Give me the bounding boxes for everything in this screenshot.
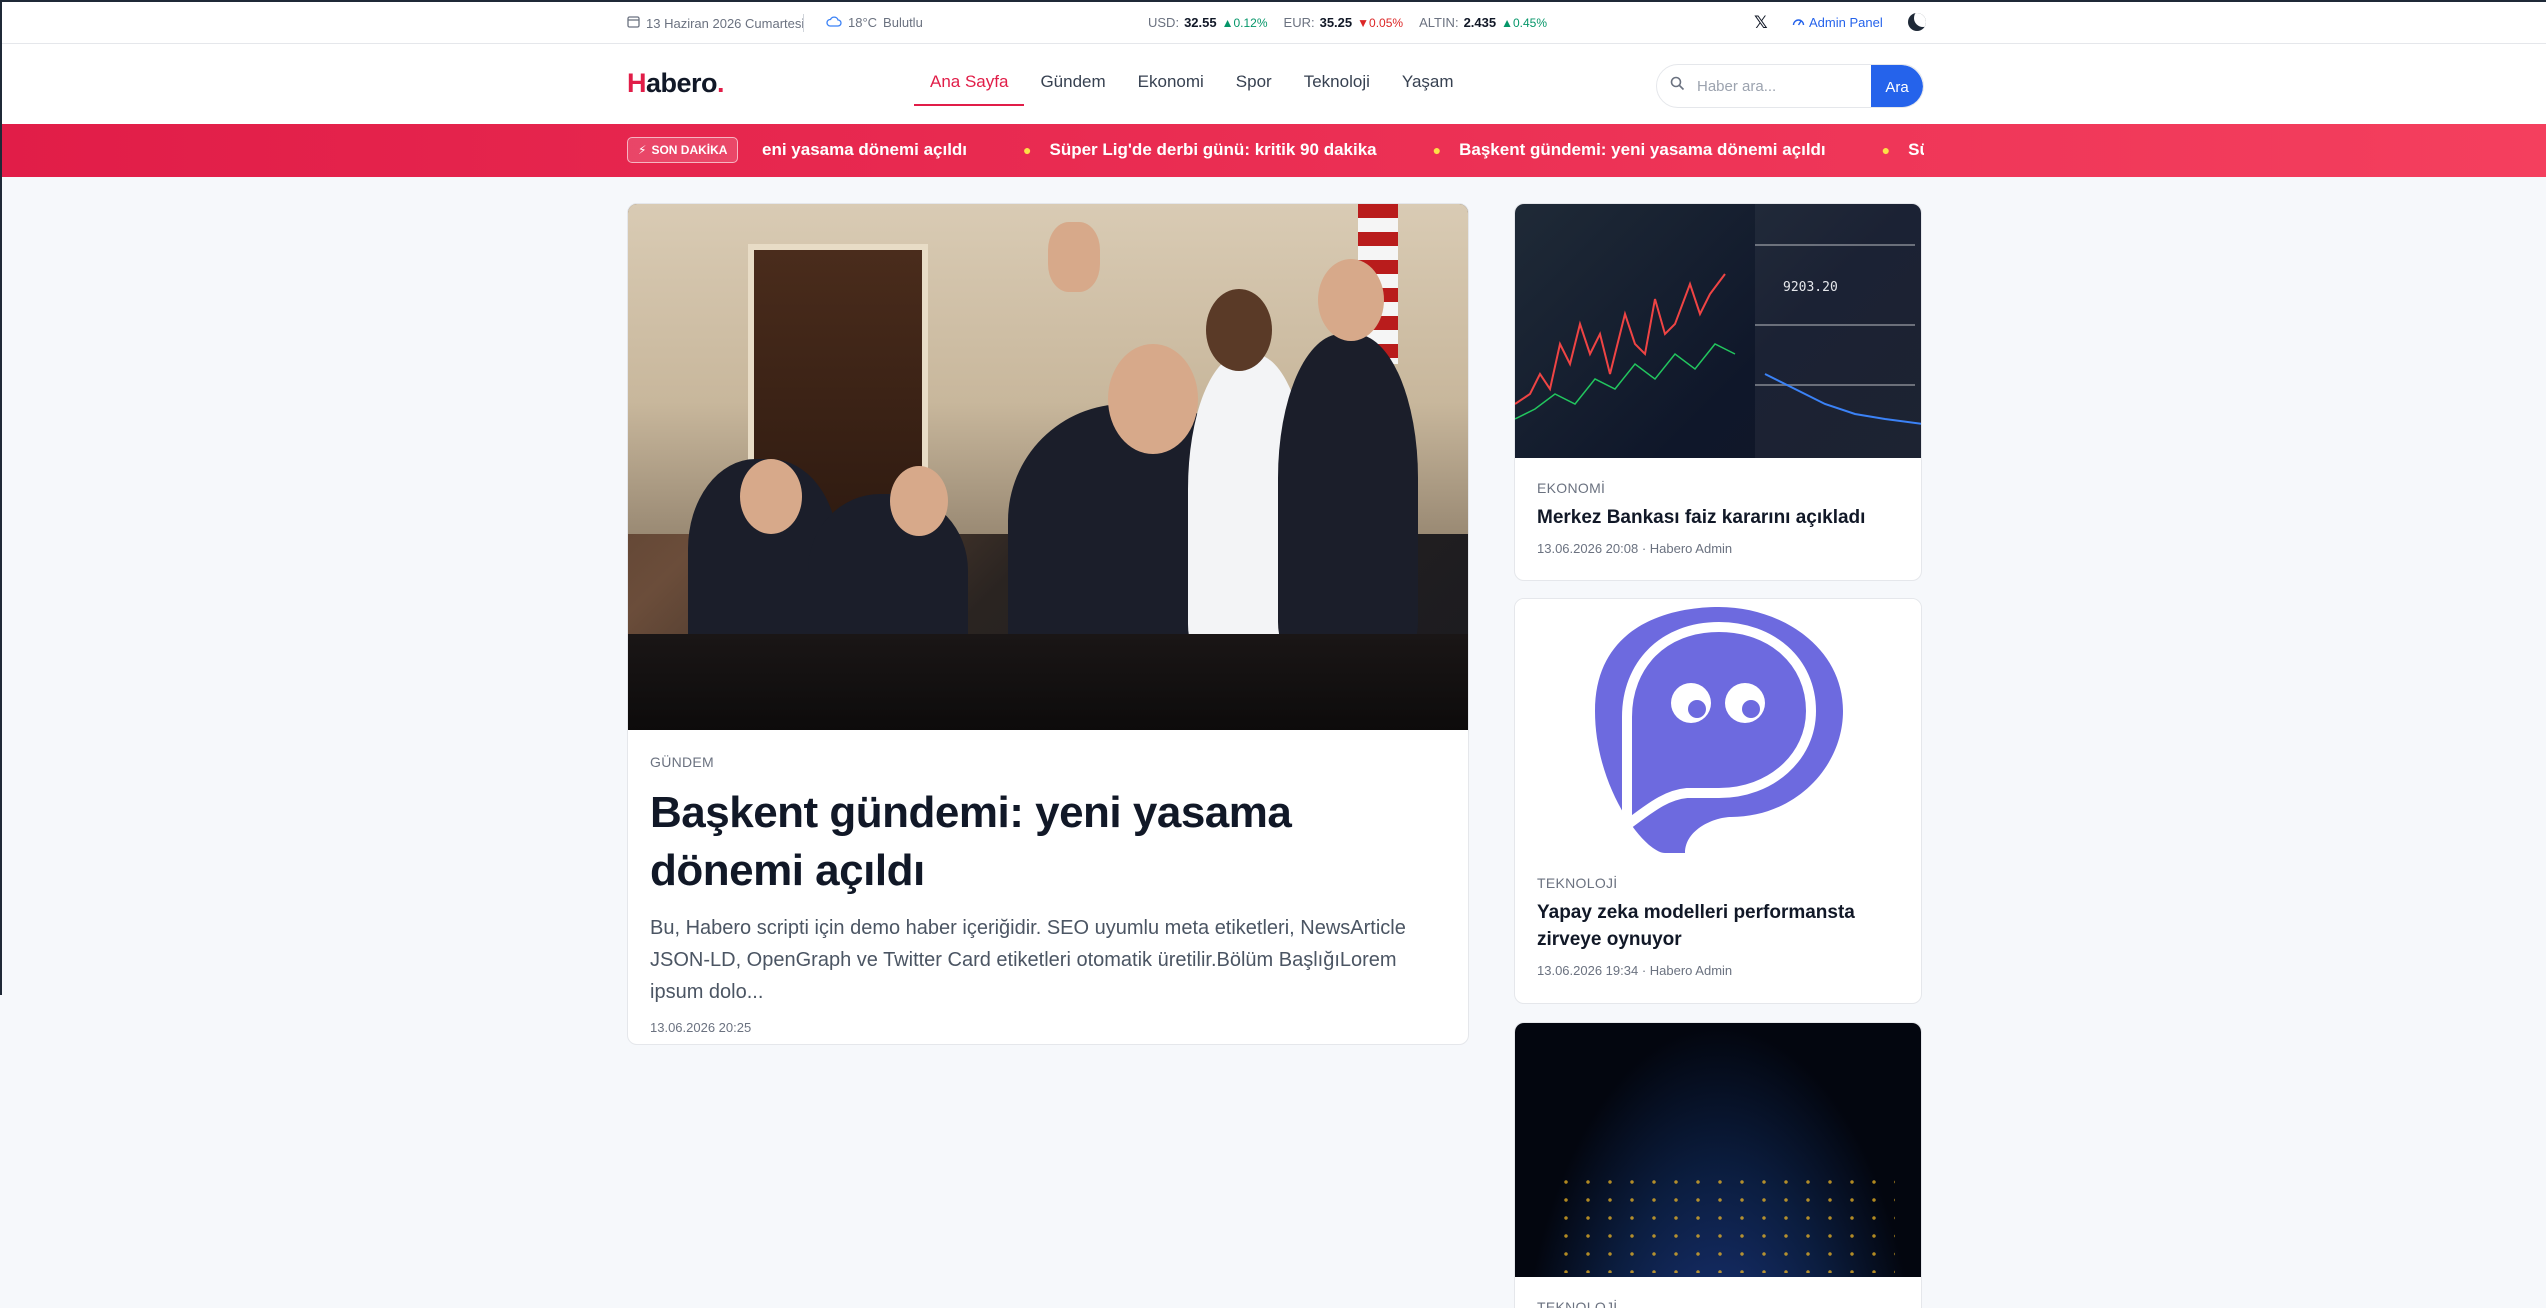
news-card[interactable]: TEKNOLOJİ <box>1514 1022 1922 1308</box>
date-text: 13 Haziran 2026 Cumartesi <box>646 15 805 31</box>
top-bar: 13 Haziran 2026 Cumartesi 18°C Bulutlu U… <box>2 2 2546 44</box>
market-change: ▼0.05% <box>1357 16 1404 30</box>
stock-chart-graphic <box>1515 273 1921 425</box>
nav-item-yasam[interactable]: Yaşam <box>1386 44 1470 106</box>
breaking-news-bar: ⚡ SON DAKİKA eni yasama dönemi açıldı ● S… <box>2 124 2546 177</box>
weather-display: 18°C Bulutlu <box>826 15 923 30</box>
market-label: USD: <box>1148 15 1180 30</box>
market-change: ▲0.12% <box>1221 16 1268 30</box>
breaking-badge-label: SON DAKİKA <box>651 143 728 157</box>
news-card[interactable]: 9203.20 EKONOMİ Merkez Bankası faiz kara… <box>1514 203 1922 581</box>
card-category[interactable]: TEKNOLOJİ <box>1537 1299 1899 1308</box>
article-excerpt: Bu, Habero scripti için demo haber içeri… <box>650 917 1406 1003</box>
breaking-badge: ⚡ SON DAKİKA <box>627 137 739 163</box>
ticker-item[interactable]: eni yasama dönemi açıldı <box>762 140 967 160</box>
search-icon <box>1657 76 1697 96</box>
nav-item-gundem[interactable]: Gündem <box>1024 44 1121 106</box>
chat-bot-logo <box>1595 607 1843 853</box>
main-nav: Ana Sayfa Gündem Ekonomi Spor Teknoloji … <box>914 44 1470 124</box>
card-meta: 13.06.2026 20:08 · Habero Admin <box>1537 541 1733 556</box>
market-label: ALTIN: <box>1419 15 1459 30</box>
logo-initial: H <box>627 68 647 98</box>
ticker-item[interactable]: ●Süper Lig'de derbi günü: kritik 90 daki… <box>1826 140 1924 160</box>
gauge-icon <box>1792 15 1805 30</box>
featured-article[interactable]: GÜNDEM Başkent gündemi: yeni yasama döne… <box>627 203 1469 1045</box>
market-label: EUR: <box>1283 15 1315 30</box>
featured-article-image[interactable] <box>628 204 1468 730</box>
nav-item-ekonomi[interactable]: Ekonomi <box>1122 44 1220 106</box>
market-ticker: USD: 32.55 ▲0.12% EUR: 35.25 ▼0.05% ALTI… <box>1148 15 1547 30</box>
nav-item-spor[interactable]: Spor <box>1220 44 1288 106</box>
bullet-icon: ● <box>1023 142 1032 158</box>
news-card-image[interactable]: 9203.20 <box>1515 204 1921 458</box>
market-change: ▲0.45% <box>1501 16 1548 30</box>
market-eur: EUR: 35.25 ▼0.05% <box>1284 15 1404 30</box>
market-value: 2.435 <box>1463 15 1497 30</box>
search-button[interactable]: Ara <box>1871 65 1923 107</box>
news-card-image[interactable] <box>1515 1023 1921 1277</box>
nav-item-ana-sayfa[interactable]: Ana Sayfa <box>914 44 1025 106</box>
search-input[interactable] <box>1697 65 1873 107</box>
site-header: Habero. Ana Sayfa Gündem Ekonomi Spor Te… <box>2 44 2546 124</box>
site-logo[interactable]: Habero. <box>627 68 725 99</box>
card-title[interactable]: Yapay zeka modelleri performansta zirvey… <box>1537 899 1899 953</box>
search-box: Ara <box>1656 64 1924 108</box>
news-card-image[interactable] <box>1515 599 1921 853</box>
market-value: 35.25 <box>1319 15 1353 30</box>
lightning-icon: ⚡ <box>638 143 647 157</box>
article-title[interactable]: Başkent gündemi: yeni yasama dönemi açıl… <box>650 784 1446 900</box>
divider <box>803 14 804 32</box>
bullet-icon: ● <box>1881 142 1891 158</box>
logo-dot: . <box>717 68 725 98</box>
ticker-item[interactable]: ●Süper Lig'de derbi günü: kritik 90 daki… <box>967 140 1377 160</box>
card-meta: 13.06.2026 19:34 · Habero Admin <box>1537 963 1733 978</box>
breaking-ticker: eni yasama dönemi açıldı ● Süper Lig'de d… <box>762 124 1924 177</box>
card-category[interactable]: TEKNOLOJİ <box>1537 875 1899 891</box>
card-category[interactable]: EKONOMİ <box>1537 480 1899 496</box>
market-value: 32.55 <box>1184 15 1217 30</box>
logo-rest: abero <box>646 68 718 98</box>
admin-panel-link[interactable]: Admin Panel <box>1792 15 1883 30</box>
x-twitter-icon[interactable]: 𝕏 <box>1754 13 1768 33</box>
cloud-icon <box>826 15 842 30</box>
market-gold: ALTIN: 2.435 ▲0.45% <box>1419 15 1547 30</box>
market-usd: USD: 32.55 ▲0.12% <box>1148 15 1268 30</box>
article-meta: 13.06.2026 20:25 <box>650 1020 752 1035</box>
bullet-icon: ● <box>1432 142 1442 158</box>
card-title[interactable]: Merkez Bankası faiz kararını açıkladı <box>1537 504 1899 531</box>
dark-mode-toggle-moon-icon[interactable] <box>1908 13 1926 31</box>
weather-desc: Bulutlu <box>883 15 923 30</box>
weather-temp: 18°C <box>848 15 878 30</box>
ticker-item[interactable]: ● Başkent gündemi: yeni yasama dönemi açı… <box>1377 140 1826 160</box>
nav-item-teknoloji[interactable]: Teknoloji <box>1288 44 1386 106</box>
news-card[interactable]: TEKNOLOJİ Yapay zeka modelleri performan… <box>1514 598 1922 1004</box>
date-display: 13 Haziran 2026 Cumartesi <box>627 15 804 31</box>
article-category[interactable]: GÜNDEM <box>650 754 1446 770</box>
calendar-icon <box>627 15 640 31</box>
admin-panel-label: Admin Panel <box>1809 15 1883 30</box>
